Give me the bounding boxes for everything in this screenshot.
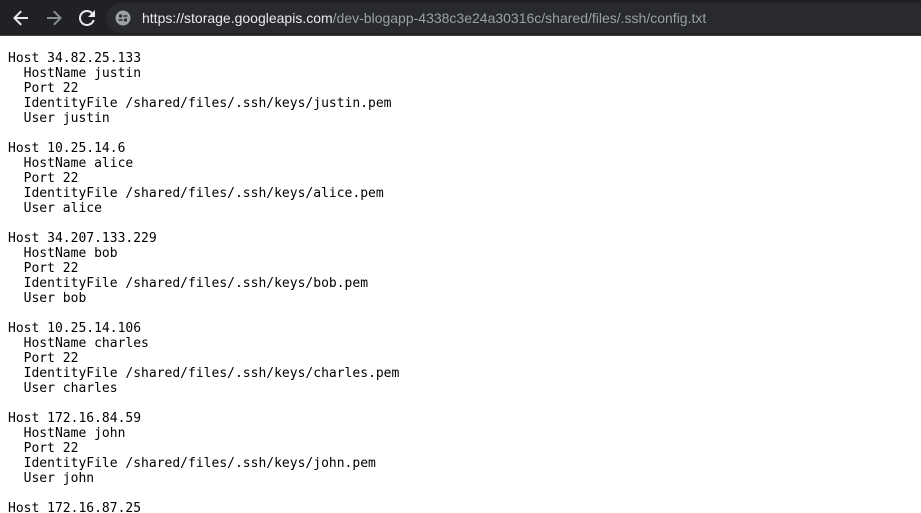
page-content: Host 34.82.25.133 HostName justin Port 2…	[0, 37, 921, 513]
config-line: User john	[8, 471, 95, 486]
reload-button[interactable]	[75, 6, 99, 30]
config-line: HostName bob	[8, 246, 118, 261]
config-line: Host 34.82.25.133	[8, 51, 142, 66]
site-info-button[interactable]	[114, 9, 132, 27]
url-path: /dev-blogapp-4338c3e24a30316c/shared/fil…	[332, 10, 707, 26]
config-line: User charles	[8, 381, 118, 396]
config-line: IdentityFile /shared/files/.ssh/keys/jus…	[8, 96, 392, 111]
config-line: HostName charles	[8, 336, 149, 351]
config-line: User bob	[8, 291, 87, 306]
config-line: HostName justin	[8, 66, 142, 81]
config-line: HostName john	[8, 426, 126, 441]
config-line: Host 172.16.87.25	[8, 501, 142, 513]
config-line: HostName alice	[8, 156, 134, 171]
config-line: User justin	[8, 111, 110, 126]
config-line: Port 22	[8, 441, 79, 456]
browser-toolbar: https://storage.googleapis.com/dev-bloga…	[0, 0, 921, 36]
config-line: Port 22	[8, 81, 79, 96]
config-line: User alice	[8, 201, 102, 216]
back-button[interactable]	[9, 6, 33, 30]
config-line: Host 172.16.84.59	[8, 411, 142, 426]
config-line: IdentityFile /shared/files/.ssh/keys/ali…	[8, 186, 384, 201]
config-line: IdentityFile /shared/files/.ssh/keys/cha…	[8, 366, 400, 381]
config-line: Port 22	[8, 261, 79, 276]
reload-icon	[79, 10, 95, 26]
config-file-text: Host 34.82.25.133 HostName justin Port 2…	[8, 51, 399, 513]
forward-arrow-icon	[47, 10, 62, 26]
config-line: Port 22	[8, 351, 79, 366]
config-line: IdentityFile /shared/files/.ssh/keys/joh…	[8, 456, 376, 471]
url-host: https://storage.googleapis.com	[142, 10, 333, 26]
back-arrow-icon	[13, 10, 28, 26]
url-text[interactable]: https://storage.googleapis.com/dev-bloga…	[142, 9, 706, 27]
config-line: IdentityFile /shared/files/.ssh/keys/bob…	[8, 276, 369, 291]
config-line: Host 10.25.14.6	[8, 141, 126, 156]
forward-button[interactable]	[42, 6, 66, 30]
site-info-icon	[115, 10, 131, 26]
config-line: Port 22	[8, 171, 79, 186]
config-line: Host 10.25.14.106	[8, 321, 142, 336]
address-bar[interactable]: https://storage.googleapis.com/dev-bloga…	[106, 3, 921, 33]
config-line: Host 34.207.133.229	[8, 231, 157, 246]
